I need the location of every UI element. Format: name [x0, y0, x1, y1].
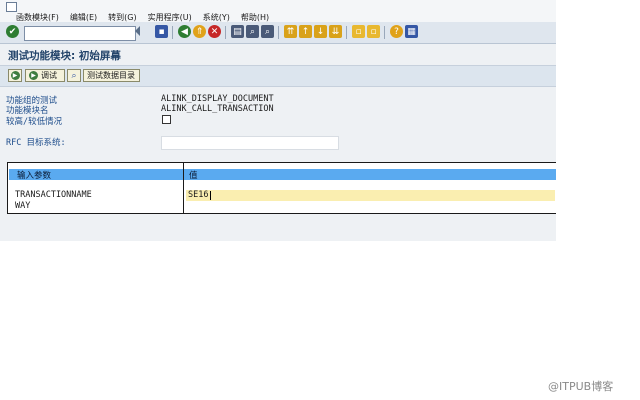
previous-page-icon[interactable]: ↑: [299, 25, 312, 38]
print-icon[interactable]: ▤: [231, 25, 244, 38]
search-icon: ⌕: [71, 70, 77, 81]
rfc-target-input[interactable]: [161, 136, 339, 150]
execute-button[interactable]: ▶: [8, 69, 22, 82]
menu-bar: 函数模块(F) 编辑(E) 转到(G) 实用程序(U) 系统(Y) 帮助(H): [0, 0, 556, 23]
rfc-target-label: RFC 目标系统:: [6, 138, 66, 148]
test-data-directory-label: 测试数据目录: [87, 71, 135, 80]
application-toolbar: ▶ ▶ 调试 ⌕ 测试数据目录: [0, 65, 556, 87]
transactionname-value-input[interactable]: SE16: [186, 190, 555, 201]
title-bar: 测试功能模块: 初始屏幕: [0, 44, 556, 64]
parameter-name: WAY: [15, 201, 31, 211]
page-title: 测试功能模块: 初始屏幕: [8, 50, 121, 62]
text-caret: [210, 191, 211, 200]
toolbar-separator: [278, 26, 279, 39]
parameter-table: 输入参数 值 TRANSACTIONNAME WAY SE16: [7, 162, 556, 214]
save-icon[interactable]: ▪: [155, 25, 168, 38]
find-next-icon[interactable]: ⌕: [261, 25, 274, 38]
toolbar-separator: [172, 26, 173, 39]
command-field[interactable]: [24, 26, 136, 41]
upper-lower-case-checkbox[interactable]: [162, 115, 171, 124]
first-page-icon[interactable]: ⇈: [284, 25, 297, 38]
enter-icon[interactable]: ✔: [6, 25, 19, 38]
next-page-icon[interactable]: ↓: [314, 25, 327, 38]
parameter-name: TRANSACTIONNAME: [15, 190, 92, 200]
command-history-icon[interactable]: [135, 26, 140, 36]
find-icon[interactable]: ⌕: [246, 25, 259, 38]
debug-label: 调试: [41, 71, 57, 80]
upper-lower-case-label: 较高/较低情况: [6, 117, 63, 127]
execute-icon: ▶: [10, 71, 20, 80]
debug-button[interactable]: ▶ 调试: [25, 69, 65, 82]
function-module-value: ALINK_CALL_TRANSACTION: [161, 104, 274, 114]
layout-menu-icon[interactable]: ▦: [405, 25, 418, 38]
last-page-icon[interactable]: ⇊: [329, 25, 342, 38]
toolbar-separator: [346, 26, 347, 39]
transactionname-value: SE16: [188, 190, 209, 200]
header-value: 值: [189, 171, 198, 181]
function-group-value: ALINK_DISPLAY_DOCUMENT: [161, 94, 274, 104]
test-data-directory-button[interactable]: 测试数据目录: [83, 69, 140, 82]
toolbar-separator: [384, 26, 385, 39]
shortcut-icon[interactable]: ▫: [367, 25, 380, 38]
help-icon[interactable]: ?: [390, 25, 403, 38]
header-input-parameters: 输入参数: [17, 171, 52, 181]
system-menu-icon[interactable]: [6, 2, 17, 12]
exit-icon[interactable]: ⇑: [193, 25, 206, 38]
back-icon[interactable]: ◀: [178, 25, 191, 38]
debug-icon: ▶: [29, 71, 38, 80]
standard-toolbar: ✔ ▪ ◀ ⇑ ✕ ▤ ⌕ ⌕ ⇈ ↑ ↓ ⇊ ▫ ▫ ? ▦: [0, 22, 556, 44]
toolbar-separator: [225, 26, 226, 39]
column-divider: [183, 163, 184, 213]
table-header: 输入参数 值: [9, 169, 556, 181]
cancel-icon[interactable]: ✕: [208, 25, 221, 38]
watermark: @ITPUB博客: [548, 380, 614, 393]
sap-window: 函数模块(F) 编辑(E) 转到(G) 实用程序(U) 系统(Y) 帮助(H) …: [0, 0, 556, 241]
search-button[interactable]: ⌕: [67, 69, 81, 82]
new-session-icon[interactable]: ▫: [352, 25, 365, 38]
